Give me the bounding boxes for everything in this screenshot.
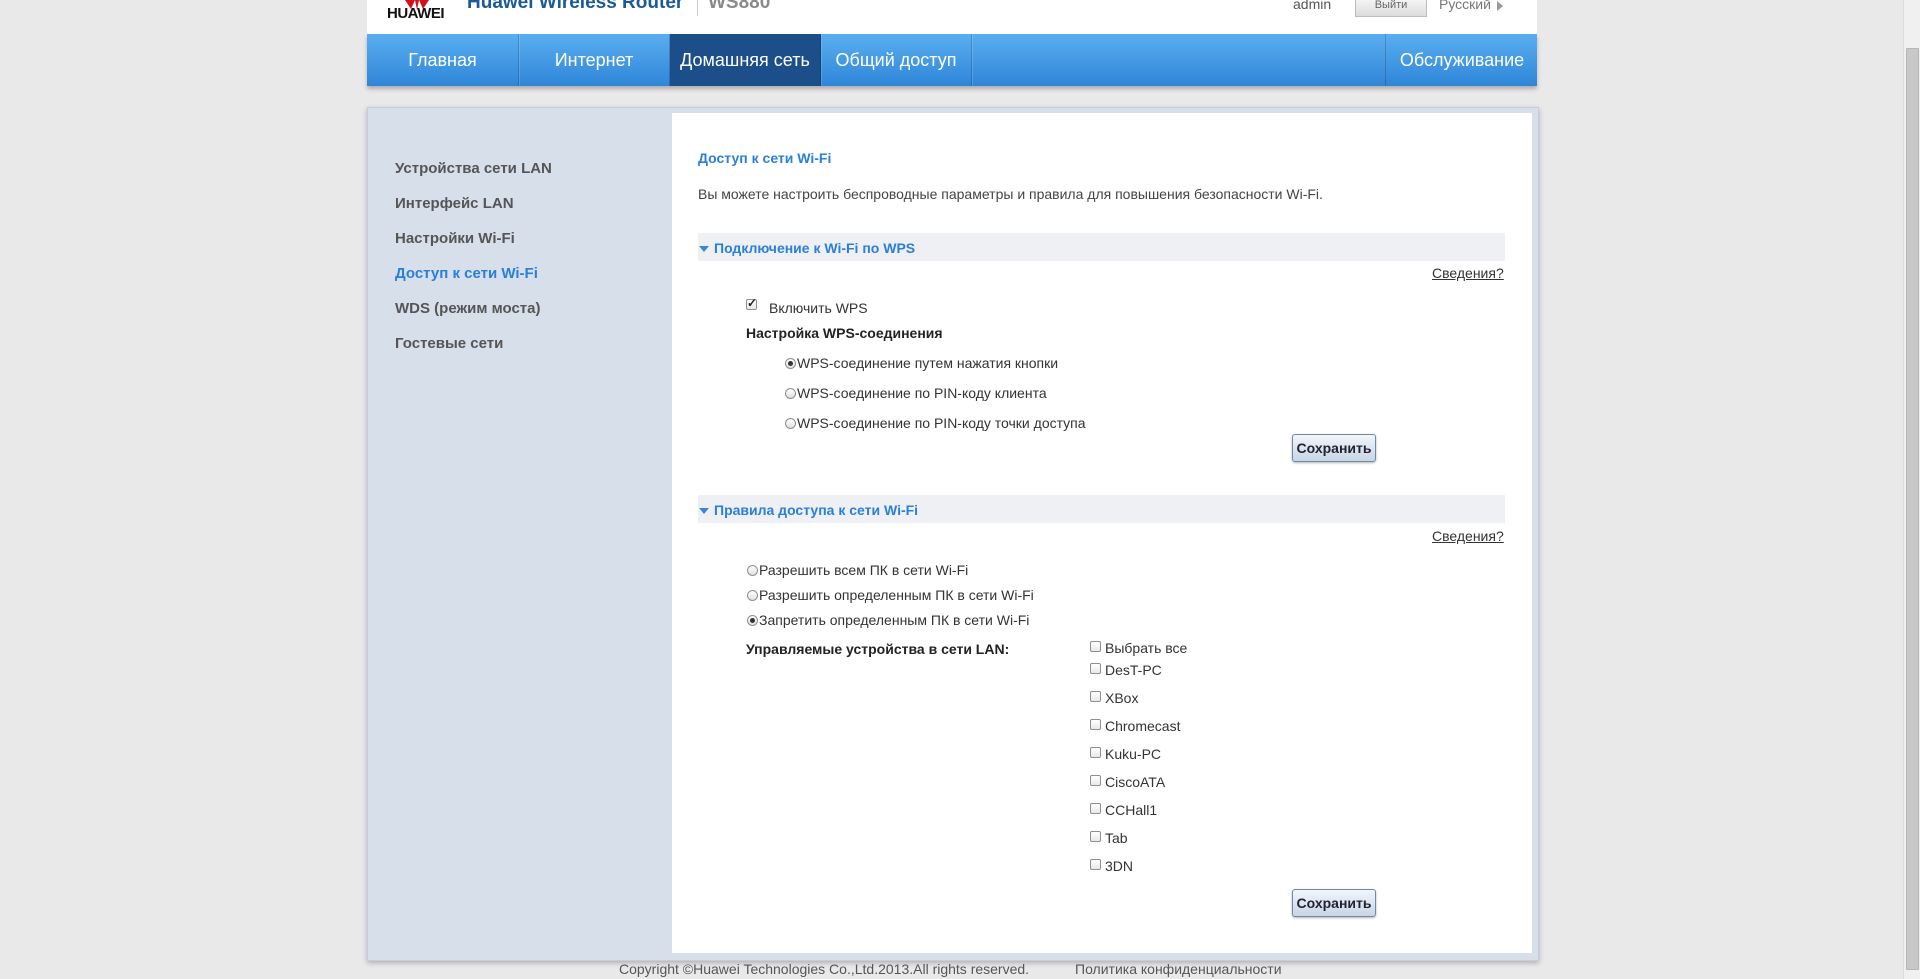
wps-option-client-pin-label: WPS-соединение по PIN-коду клиента <box>797 385 1047 401</box>
page-title: Доступ к сети Wi-Fi <box>698 150 832 166</box>
copyright-text: Copyright ©Huawei Technologies Co.,Ltd.2… <box>619 961 1030 977</box>
sidebar-item-wds[interactable]: WDS (режим моста) <box>395 300 540 317</box>
wps-save-button[interactable]: Сохранить <box>1292 434 1376 462</box>
allow-specific-radio[interactable] <box>747 590 758 601</box>
wps-option-button-radio[interactable] <box>785 358 796 369</box>
device-name: DesT-PC <box>1105 662 1162 678</box>
sidebar-item-wifi-access[interactable]: Доступ к сети Wi-Fi <box>395 265 538 282</box>
logo-text: HUAWEI <box>387 5 445 22</box>
device-name: Tab <box>1105 830 1128 846</box>
page-description: Вы можете настроить беспроводные парамет… <box>698 186 1323 202</box>
allow-all-radio[interactable] <box>747 565 758 576</box>
device-name: CCHall1 <box>1105 802 1158 818</box>
enable-wps-label: Включить WPS <box>769 300 868 316</box>
scrollbar-thumb[interactable] <box>1906 48 1919 970</box>
header-divider <box>697 0 698 16</box>
device-name: XBox <box>1105 690 1139 706</box>
wps-info-link[interactable]: Сведения? <box>1432 265 1504 281</box>
wps-option-client-pin-radio[interactable] <box>785 388 796 399</box>
language-selector[interactable]: Русский <box>1439 0 1491 12</box>
wps-section-title[interactable]: Подключение к Wi-Fi по WPS <box>714 240 915 256</box>
sidebar-item-guest-networks[interactable]: Гостевые сети <box>395 335 503 352</box>
collapse-triangle-icon[interactable] <box>699 246 709 252</box>
device-name: 3DN <box>1105 858 1134 874</box>
logout-button[interactable]: Выйти <box>1355 0 1427 17</box>
deny-specific-radio[interactable] <box>747 615 758 626</box>
nav-item-maintenance[interactable]: Обслуживание <box>1385 34 1538 86</box>
product-name: Huawei Wireless Router <box>467 0 684 13</box>
nav-item-sharing[interactable]: Общий доступ <box>821 34 972 86</box>
device-name: CiscoATA <box>1105 774 1166 790</box>
access-section-title[interactable]: Правила доступа к сети Wi-Fi <box>714 502 918 518</box>
username: admin <box>1293 0 1332 12</box>
privacy-policy-link[interactable]: Политика конфиденциальности <box>1075 961 1282 977</box>
deny-specific-label: Запретить определенным ПК в сети Wi-Fi <box>759 612 1030 628</box>
enable-wps-checkbox[interactable] <box>746 296 757 310</box>
device-checkbox[interactable] <box>1090 663 1101 674</box>
device-name: Chromecast <box>1105 718 1181 734</box>
collapse-triangle-icon[interactable] <box>699 508 709 514</box>
nav-item-home[interactable]: Главная <box>367 34 519 86</box>
wps-settings-label: Настройка WPS-соединения <box>746 325 943 341</box>
language-arrow-icon[interactable] <box>1497 1 1503 11</box>
device-checkbox[interactable] <box>1090 719 1101 730</box>
device-checkbox[interactable] <box>1090 691 1101 702</box>
nav-item-home-network[interactable]: Домашняя сеть <box>670 34 821 86</box>
device-checkbox[interactable] <box>1090 859 1101 870</box>
wps-option-ap-pin-radio[interactable] <box>785 418 796 429</box>
select-all-checkbox[interactable] <box>1090 641 1101 652</box>
model-name: WS880 <box>708 0 771 13</box>
main-nav: Главная Интернет Домашняя сеть Общий дос… <box>367 34 1537 86</box>
sidebar-item-lan-interface[interactable]: Интерфейс LAN <box>395 195 514 212</box>
select-all-label: Выбрать все <box>1105 640 1188 656</box>
managed-devices-label: Управляемые устройства в сети LAN: <box>746 641 1010 657</box>
device-name: Kuku-PC <box>1105 746 1162 762</box>
wps-option-ap-pin-label: WPS-соединение по PIN-коду точки доступа <box>797 415 1086 431</box>
access-info-link[interactable]: Сведения? <box>1432 528 1504 544</box>
nav-item-internet[interactable]: Интернет <box>519 34 670 86</box>
allow-all-label: Разрешить всем ПК в сети Wi-Fi <box>759 562 969 578</box>
allow-specific-label: Разрешить определенным ПК в сети Wi-Fi <box>759 587 1034 603</box>
sidebar-item-lan-devices[interactable]: Устройства сети LAN <box>395 160 552 177</box>
sidebar-item-wifi-settings[interactable]: Настройки Wi-Fi <box>395 230 515 247</box>
device-checkbox[interactable] <box>1090 831 1101 842</box>
device-checkbox[interactable] <box>1090 747 1101 758</box>
device-checkbox[interactable] <box>1090 775 1101 786</box>
wps-option-button-label: WPS-соединение путем нажатия кнопки <box>797 355 1059 371</box>
access-save-button[interactable]: Сохранить <box>1292 889 1376 917</box>
device-checkbox[interactable] <box>1090 803 1101 814</box>
